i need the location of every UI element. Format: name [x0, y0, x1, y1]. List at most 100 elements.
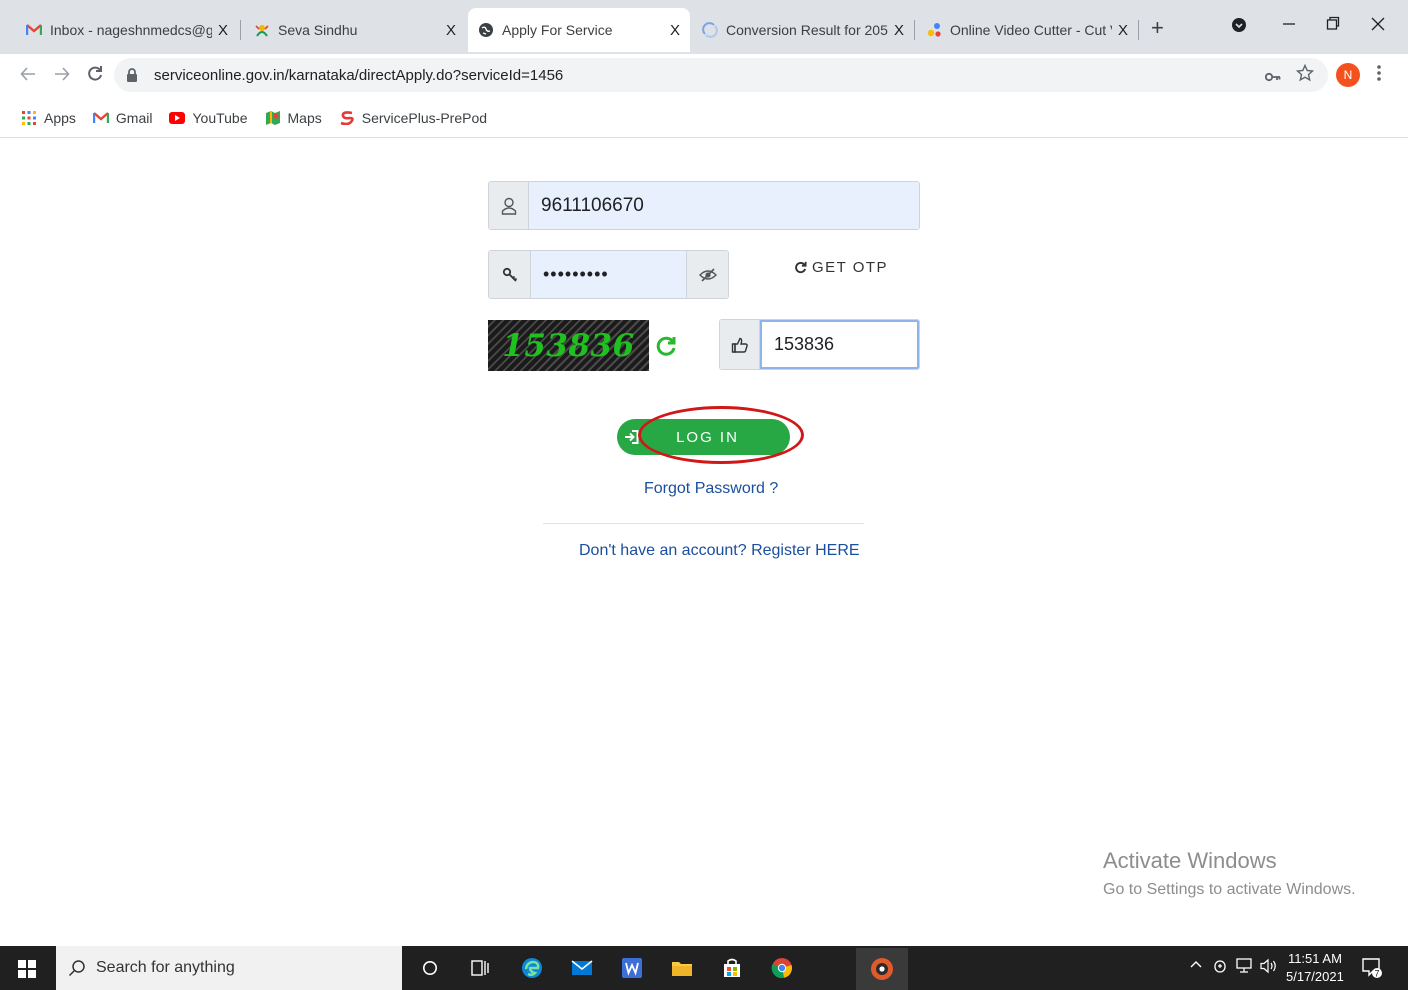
minimize-icon[interactable]: [1282, 14, 1296, 39]
globe-icon: [478, 22, 494, 38]
volume-icon[interactable]: [1260, 958, 1278, 977]
bookmark-serviceplus[interactable]: ServicePlus-PrePod: [338, 110, 487, 126]
notification-count: 7: [1374, 969, 1379, 979]
tab-strip: Inbox - nageshnmedcs@gma X Seva Sindhu X…: [0, 0, 1408, 54]
meet-now-icon[interactable]: [1213, 958, 1227, 977]
bookmark-label: Maps: [287, 109, 322, 126]
restore-icon[interactable]: [1326, 14, 1340, 39]
profile-avatar[interactable]: N: [1336, 63, 1360, 87]
forgot-password-link[interactable]: Forgot Password ?: [644, 480, 778, 498]
taskbar-clock[interactable]: 11:51 AM 5/17/2021: [1286, 950, 1344, 986]
task-view-icon[interactable]: [468, 956, 492, 980]
tab-conversion-result[interactable]: Conversion Result for 205cf4 X: [692, 8, 914, 52]
edge-browser-icon[interactable]: [520, 956, 544, 980]
bookmarks-bar: Apps Gmail YouTube Maps ServicePlus-PreP…: [0, 98, 1408, 138]
lock-icon: [126, 68, 142, 82]
tray-chevron-up-icon[interactable]: [1189, 958, 1203, 975]
tab-title: Inbox - nageshnmedcs@gma: [50, 22, 212, 38]
video-cutter-icon: [926, 22, 942, 38]
tab-online-video-cutter[interactable]: Online Video Cutter - Cut Vic X: [916, 8, 1138, 52]
key-icon: [489, 251, 531, 298]
tab-seva-sindhu[interactable]: Seva Sindhu X: [244, 8, 466, 52]
username-field[interactable]: 9611106670: [488, 181, 920, 230]
chrome-icon[interactable]: [770, 956, 794, 980]
eye-slash-icon[interactable]: [686, 251, 728, 298]
search-icon: [68, 959, 86, 977]
tab-title: Online Video Cutter - Cut Vic: [950, 22, 1112, 38]
login-button[interactable]: LOG IN: [617, 419, 790, 455]
apps-grid-icon: [20, 110, 38, 126]
activate-windows-subtitle: Go to Settings to activate Windows.: [1103, 881, 1356, 898]
windows-start-icon[interactable]: [18, 960, 36, 983]
close-tab-icon[interactable]: X: [894, 22, 904, 39]
tab-search-icon[interactable]: [1231, 17, 1247, 38]
back-arrow-icon[interactable]: [20, 64, 36, 90]
captcha-image: 153836: [488, 320, 649, 371]
bookmark-youtube[interactable]: YouTube: [168, 109, 248, 126]
tab-title: Seva Sindhu: [278, 22, 358, 38]
bookmark-label: Gmail: [115, 109, 153, 126]
captcha-refresh-icon[interactable]: [654, 334, 678, 363]
hand-pointer-icon: [720, 320, 760, 369]
serviceplus-icon: [338, 110, 356, 126]
login-label: LOG IN: [676, 428, 739, 446]
gmail-icon: [92, 110, 110, 126]
word-icon[interactable]: [620, 956, 644, 980]
menu-kebab-icon[interactable]: [1377, 64, 1381, 87]
close-window-icon[interactable]: [1371, 14, 1385, 39]
password-input[interactable]: •••••••••: [531, 251, 686, 298]
bookmark-gmail[interactable]: Gmail: [92, 109, 153, 126]
bookmark-maps[interactable]: Maps: [264, 110, 322, 126]
close-tab-icon[interactable]: X: [218, 22, 228, 39]
new-tab-button[interactable]: +: [1151, 16, 1164, 40]
get-otp-label: GET OTP: [812, 259, 889, 276]
store-icon[interactable]: [720, 956, 744, 980]
mail-icon[interactable]: [570, 956, 594, 980]
user-icon: [489, 182, 529, 229]
maps-icon: [264, 110, 282, 126]
clock-time: 11:51 AM: [1287, 951, 1342, 966]
youtube-icon: [168, 110, 186, 126]
password-field[interactable]: •••••••••: [488, 250, 729, 299]
tab-title: Conversion Result for 205cf4: [726, 22, 888, 38]
close-tab-icon[interactable]: X: [670, 22, 680, 39]
activate-windows-title: Activate Windows: [1103, 848, 1277, 873]
cortana-icon[interactable]: [418, 956, 442, 980]
file-explorer-icon[interactable]: [670, 956, 694, 980]
taskbar-search-box[interactable]: Search for anything: [56, 946, 402, 990]
seva-sindhu-icon: [254, 22, 270, 38]
tab-apply-for-service[interactable]: Apply For Service X: [468, 8, 690, 52]
bookmark-star-icon[interactable]: [1295, 63, 1315, 87]
get-otp-button[interactable]: GET OTP: [794, 259, 888, 276]
username-input[interactable]: 9611106670: [529, 182, 919, 229]
url-text: serviceonline.gov.in/karnataka/directApp…: [154, 66, 564, 84]
tab-title: Apply For Service: [502, 22, 613, 38]
forward-arrow-icon[interactable]: [54, 64, 70, 90]
clock-date: 5/17/2021: [1286, 969, 1344, 984]
close-tab-icon[interactable]: X: [446, 22, 456, 39]
captcha-input[interactable]: 153836: [760, 320, 919, 369]
taskbar-search-placeholder: Search for anything: [96, 959, 235, 976]
bookmark-apps[interactable]: Apps: [20, 110, 76, 126]
tab-separator: [1138, 20, 1139, 40]
reload-icon[interactable]: [86, 64, 104, 90]
sign-in-icon: [617, 430, 647, 444]
address-bar[interactable]: serviceonline.gov.in/karnataka/directApp…: [114, 58, 1328, 92]
refresh-icon: [794, 261, 807, 274]
tab-gmail-inbox[interactable]: Inbox - nageshnmedcs@gma X: [16, 8, 238, 52]
captcha-field[interactable]: 153836: [719, 319, 920, 370]
conversion-icon: [702, 22, 718, 38]
network-icon[interactable]: [1236, 958, 1254, 977]
tab-separator: [240, 20, 241, 40]
bookmark-label: YouTube: [192, 109, 248, 126]
form-divider: [543, 523, 864, 524]
gmail-icon: [26, 22, 42, 38]
close-tab-icon[interactable]: X: [1118, 22, 1128, 39]
password-key-icon[interactable]: [1264, 67, 1281, 88]
bookmark-label: Apps: [44, 109, 76, 126]
tab-separator: [914, 20, 915, 40]
register-link[interactable]: Don't have an account? Register HERE: [579, 542, 860, 560]
screen-recorder-icon[interactable]: [856, 948, 908, 990]
notification-icon[interactable]: 7: [1361, 957, 1383, 982]
windows-taskbar: Search for anything 11:51 AM 5/17/2021 7: [0, 946, 1408, 990]
